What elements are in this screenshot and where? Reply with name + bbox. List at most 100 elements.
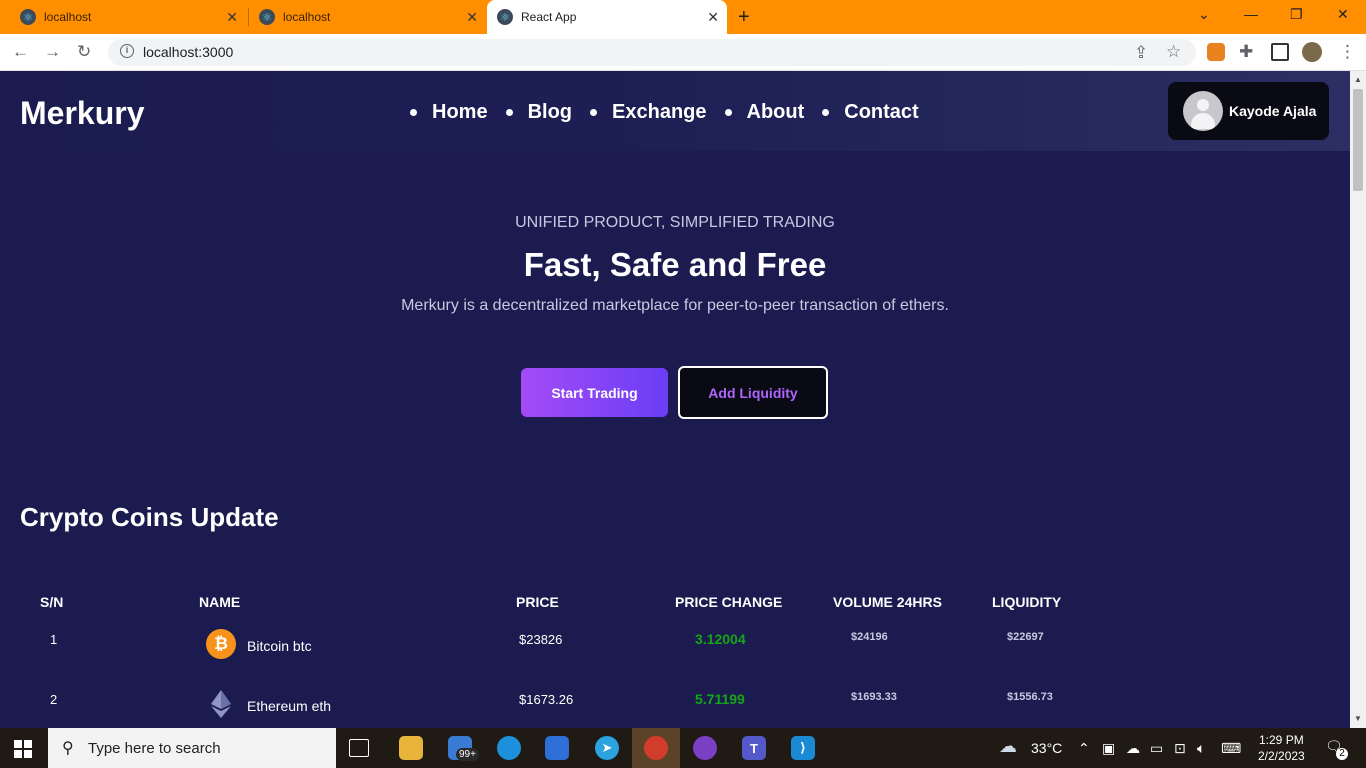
hero-title: Fast, Safe and Free — [523, 246, 827, 283]
chrome-icon[interactable] — [644, 736, 668, 760]
scroll-up-icon[interactable]: ▲ — [1354, 75, 1362, 84]
main-nav: Home Blog Exchange About Contact — [410, 101, 937, 124]
search-icon: ⚲ — [62, 740, 74, 757]
restore-button[interactable]: ❐ — [1290, 6, 1303, 23]
add-liquidity-button[interactable]: Add Liquidity — [678, 366, 828, 419]
row-volume: $24196 — [851, 631, 888, 643]
file-explorer-icon[interactable] — [399, 736, 423, 760]
bullet-icon — [410, 109, 417, 116]
network-icon[interactable]: ⊡ — [1174, 740, 1186, 757]
telegram-icon[interactable]: ➤ — [595, 736, 619, 760]
row-name: Ethereum eth — [247, 698, 332, 714]
star-icon[interactable]: ☆ — [1166, 42, 1181, 62]
onedrive-icon[interactable]: ☁ — [1126, 740, 1140, 757]
chevron-up-icon[interactable]: ⌃ — [1078, 740, 1090, 757]
close-window-button[interactable]: ✕ — [1337, 6, 1349, 23]
search-placeholder: Type here to search — [88, 740, 221, 757]
nav-label: About — [746, 101, 805, 123]
scrollbar-thumb[interactable] — [1353, 89, 1363, 191]
site-navbar: Merkury Home Blog Exchange About Contact… — [0, 71, 1350, 151]
nav-label: Blog — [527, 101, 573, 123]
share-icon[interactable]: ⇪ — [1134, 43, 1148, 63]
page: Merkury Home Blog Exchange About Contact… — [0, 71, 1350, 728]
weather-temp[interactable]: 33°C — [1031, 740, 1062, 756]
brand-logo[interactable]: Merkury — [20, 95, 145, 132]
mail-badge: 99+ — [456, 748, 479, 761]
keyboard-icon[interactable]: ⌨ — [1221, 740, 1241, 757]
column-header-liquidity: LIQUIDITY — [992, 594, 1062, 610]
row-price: $1673.26 — [519, 692, 574, 707]
tab-title: React App — [521, 10, 577, 24]
browser-tab-2[interactable]: ⚛ localhost ✕ — [249, 0, 486, 34]
user-account-button[interactable]: Kayode Ajala — [1168, 82, 1329, 140]
scroll-down-icon[interactable]: ▼ — [1354, 714, 1362, 723]
puzzle-icon[interactable]: ✚ — [1239, 42, 1253, 62]
sidebar-icon[interactable] — [1271, 43, 1289, 61]
github-desktop-icon[interactable] — [693, 736, 717, 760]
react-icon: ⚛ — [259, 9, 275, 25]
address-bar[interactable]: i localhost:3000 ⇪ ☆ — [108, 39, 1196, 66]
bullet-icon — [505, 109, 513, 116]
store-icon[interactable] — [545, 736, 569, 760]
url-text[interactable]: localhost:3000 — [143, 44, 233, 60]
user-name: Kayode Ajala — [1229, 103, 1317, 119]
battery-icon[interactable]: ▭ — [1150, 740, 1163, 757]
new-tab-button[interactable]: + — [738, 6, 750, 29]
forward-icon[interactable]: → — [44, 42, 61, 62]
react-icon: ⚛ — [20, 9, 36, 25]
browser-tabstrip: ⚛ localhost ✕ ⚛ localhost ✕ ⚛ React App … — [0, 0, 1366, 34]
nav-home[interactable]: Home — [410, 101, 488, 124]
back-icon[interactable]: ← — [12, 42, 29, 62]
windows-start-icon[interactable] — [14, 740, 32, 758]
browser-toolbar: ← → ↻ i localhost:3000 ⇪ ☆ ✚ ⋮ — [0, 34, 1366, 71]
column-header-volume: VOLUME 24HRS — [833, 594, 942, 610]
page-scrollbar[interactable]: ▲ ▼ — [1350, 71, 1366, 728]
tab-title: localhost — [283, 10, 331, 24]
react-icon: ⚛ — [497, 9, 513, 25]
edge-icon[interactable] — [497, 736, 521, 760]
close-icon[interactable]: ✕ — [707, 9, 719, 26]
column-header-price-change: PRICE CHANGE — [675, 594, 783, 610]
browser-tab-3[interactable]: ⚛ React App ✕ — [487, 0, 727, 34]
teams-icon[interactable]: T — [742, 736, 766, 760]
bullet-icon — [590, 109, 598, 116]
ethereum-icon — [211, 690, 231, 723]
meet-icon[interactable]: ▣ — [1102, 740, 1115, 757]
close-icon[interactable]: ✕ — [226, 9, 238, 26]
nav-blog[interactable]: Blog — [505, 101, 573, 124]
row-name: Bitcoin btc — [247, 638, 312, 654]
close-icon[interactable]: ✕ — [466, 9, 478, 26]
row-liquidity: $22697 — [1007, 631, 1044, 643]
taskbar-search[interactable]: ⚲ Type here to search — [48, 728, 336, 768]
vscode-icon[interactable]: ⟩ — [791, 736, 815, 760]
nav-about[interactable]: About — [724, 101, 805, 124]
weather-cloud-icon: ☁ — [999, 736, 1017, 756]
column-header-sn: S/N — [40, 594, 64, 610]
start-trading-button[interactable]: Start Trading — [521, 368, 668, 417]
profile-avatar[interactable] — [1302, 42, 1322, 62]
row-price-change: 5.71199 — [695, 691, 745, 707]
volume-icon[interactable]: 🔈︎ — [1197, 740, 1205, 757]
nav-exchange[interactable]: Exchange — [590, 101, 707, 124]
info-icon[interactable]: i — [120, 44, 134, 58]
browser-tab-1[interactable]: ⚛ localhost ✕ — [10, 0, 246, 34]
row-price-change: 3.12004 — [695, 631, 746, 647]
metamask-icon[interactable] — [1207, 43, 1225, 61]
row-volume: $1693.33 — [851, 691, 897, 703]
nav-contact[interactable]: Contact — [822, 101, 919, 124]
bullet-icon — [822, 109, 830, 116]
reload-icon[interactable]: ↻ — [77, 42, 91, 62]
hero-subtitle: Merkury is a decentralized marketplace f… — [401, 297, 949, 314]
taskbar-clock[interactable]: 1:29 PM 2/2/2023 — [1258, 732, 1305, 764]
row-sn: 2 — [50, 692, 58, 707]
column-header-name: NAME — [199, 594, 241, 610]
chevron-down-icon[interactable]: ⌄ — [1198, 6, 1210, 23]
minimize-button[interactable]: — — [1244, 6, 1258, 22]
task-view-icon[interactable] — [349, 739, 369, 757]
menu-icon[interactable]: ⋮ — [1339, 42, 1356, 62]
nav-label: Contact — [844, 101, 919, 123]
row-sn: 1 — [50, 632, 58, 647]
nav-label: Exchange — [612, 101, 707, 123]
user-avatar-icon — [1183, 91, 1223, 131]
nav-label: Home — [432, 101, 488, 123]
